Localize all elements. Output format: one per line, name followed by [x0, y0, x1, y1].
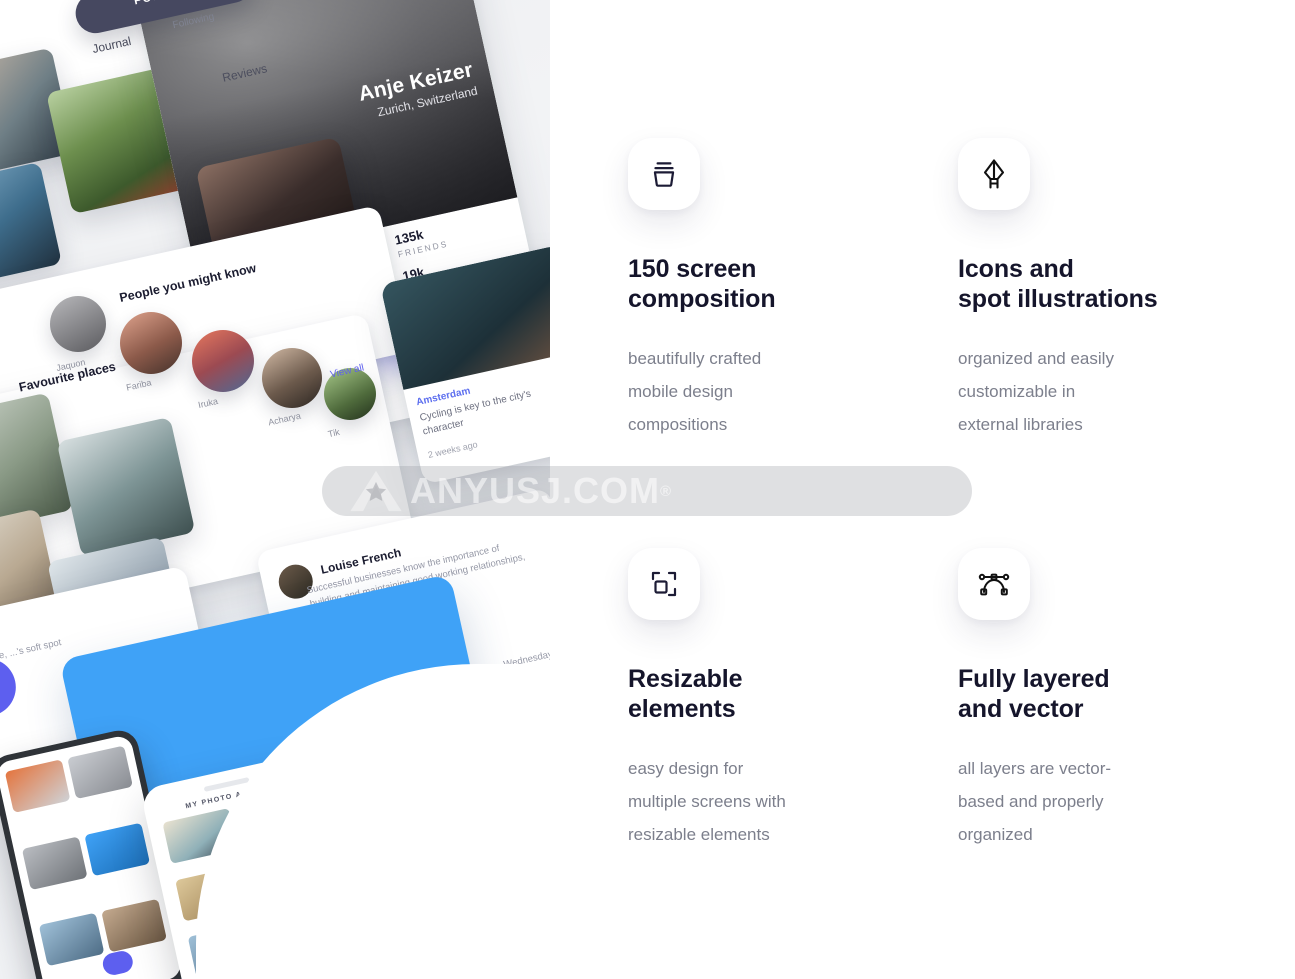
mockup-thumb: [38, 912, 105, 967]
feature-description: organized and easily customizable in ext…: [958, 349, 1114, 435]
feature-title: Icons and spot illustrations: [958, 255, 1158, 313]
avatar[interactable]: [120, 312, 182, 374]
feature-card-screen-composition: 150 screen composition beautifully craft…: [628, 138, 928, 441]
feature-description: easy design for multiple screens with re…: [628, 759, 786, 845]
avatar[interactable]: [262, 348, 322, 408]
feature-title: Fully layered and vector: [958, 665, 1110, 723]
feature-title: 150 screen composition: [628, 255, 776, 313]
feature-card-resizable-elements: Resizable elements easy design for multi…: [628, 548, 928, 851]
feature-description: beautifully crafted mobile design compos…: [628, 349, 762, 435]
mockup-amsterdam-time: 2 weeks ago: [426, 439, 479, 460]
feature-description: all layers are vector- based and properl…: [958, 759, 1112, 845]
feature-card-fully-layered-vector: Fully layered and vector all layers are …: [958, 548, 1258, 851]
watermark-registered-mark: ®: [660, 482, 673, 500]
mockup-thumb: [101, 899, 168, 953]
mockup-photo-thumbnail: [56, 416, 196, 558]
mockup-thumb: [4, 759, 71, 813]
mockup-amsterdam-text: Cycling is key to the city's character: [418, 388, 533, 438]
mockup-thumb: [84, 822, 150, 876]
pen-nib-icon: [958, 138, 1030, 210]
feature-title: Resizable elements: [628, 665, 743, 723]
avatar[interactable]: [192, 330, 254, 392]
mockup-thumb: [21, 836, 88, 890]
watermark-overlay: ANYUSJ.COM ®: [322, 466, 972, 516]
page-root: FOLLOW 1931 Following Journal Reviews ← …: [0, 0, 1295, 979]
a-star-logo-icon: [350, 470, 402, 512]
watermark-text-wrapper: ANYUSJ.COM ®: [410, 466, 962, 516]
bezier-curve-icon: [958, 548, 1030, 620]
mockup-thumb: [67, 745, 133, 800]
avatar[interactable]: [50, 296, 106, 352]
feature-card-icons-illustrations: Icons and spot illustrations organized a…: [958, 138, 1258, 441]
watermark-text: ANYUSJ.COM: [410, 470, 661, 511]
layers-stack-icon: [628, 138, 700, 210]
resize-frame-icon: [628, 548, 700, 620]
